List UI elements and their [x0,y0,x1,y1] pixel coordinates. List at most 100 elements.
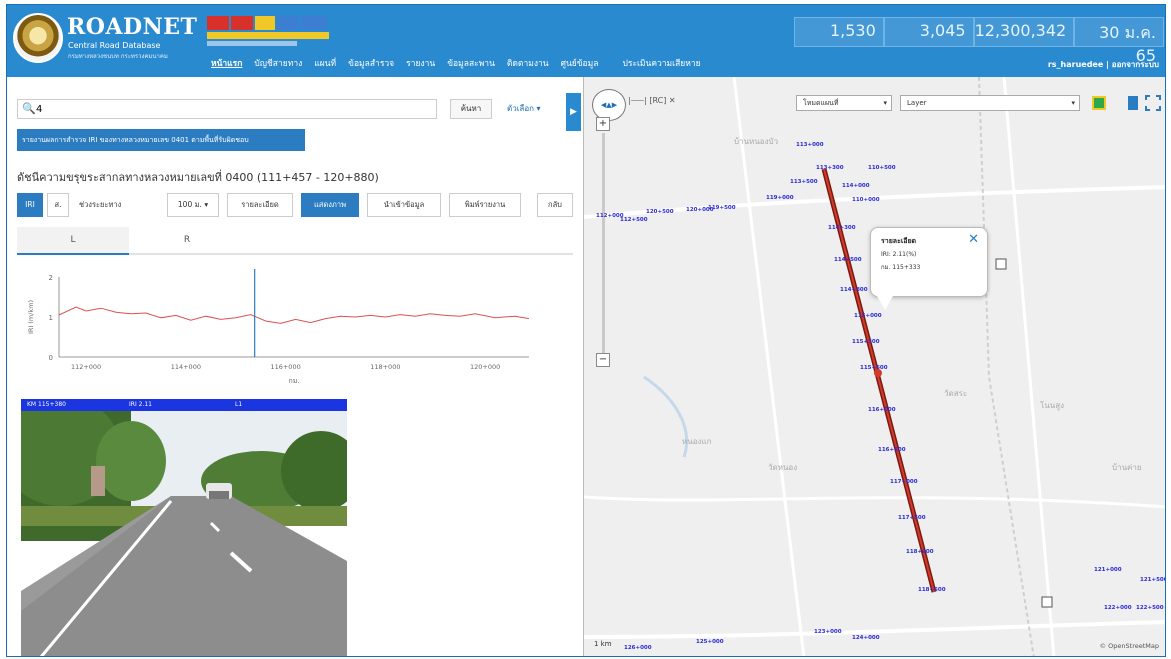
iri-series-line [58,306,530,324]
nav-item-bridge[interactable]: ข้อมูลสะพาน [441,56,501,70]
iri-chart-svg: 0 1 2 112+000 114+000 116+000 118+000 120+000 กม… [27,269,530,385]
km-marker[interactable]: 122+500 [1136,605,1164,611]
back-button[interactable]: กลับ [537,193,573,217]
photo-iri: IRI 2.11 [129,401,152,408]
options-dropdown[interactable]: ตัวเลือก ▾ [507,102,541,115]
y-axis-label: IRI (m/km) [27,300,35,334]
layer-icon[interactable] [1090,94,1108,112]
rut-button[interactable]: ส. [47,193,69,217]
app-window: ROADNET Central Road Database กรมทางหลวง… [6,4,1166,657]
x-tick-label: 120+000 [470,363,500,371]
close-icon[interactable]: ✕ [968,232,979,247]
place-label: บ้านหนองบัว [734,137,779,146]
km-marker[interactable]: 125+000 [696,639,724,645]
iri-button[interactable]: IRI [17,193,43,217]
search-box: 🔍 [17,99,437,119]
km-marker[interactable]: 114+800 [840,287,868,293]
km-marker[interactable]: 119+000 [766,195,794,201]
km-marker[interactable]: 110+500 [868,165,896,171]
report-toolbar: IRI ส. ช่วงระยะทาง 100 ม. ▾ รายละเอียด แ… [17,193,573,217]
list-icon[interactable] [1124,94,1142,112]
km-marker[interactable]: 121+000 [1094,567,1122,573]
brand-subtitle-thai: กรมทางหลวงชนบท กระทรวงคมนาคม [68,53,168,60]
km-marker[interactable]: 118+000 [906,549,934,555]
popup-title: รายละเอียด [881,237,917,245]
nav-item-road-list[interactable]: บัญชีสายทาง [248,56,308,70]
photo-info-bar: KM 115+380 IRI 2.11 L1 [21,399,347,411]
x-tick-label: 114+000 [171,363,201,371]
km-marker[interactable]: 120+500 [646,209,674,215]
interval-label: ช่วงระยะทาง [79,200,122,209]
zoom-slider[interactable]: + − [596,117,612,367]
stat-roads: 1,530 [794,17,884,47]
place-label: โนนสูง [1040,401,1065,410]
km-marker[interactable]: 126+000 [624,645,652,651]
import-data-button[interactable]: นำเข้าข้อมูล [367,193,441,217]
brand-title: ROADNET [67,14,198,40]
zoom-track[interactable] [602,133,605,353]
km-marker[interactable]: 113+000 [796,142,824,148]
stat-date: 30 ม.ค. 65 [1074,17,1164,65]
popup-km: กม. 115+333 [881,264,921,271]
search-button[interactable]: ค้นหา [450,99,492,119]
section-title: ดัชนีความขรุขระสากลทางหลวงหมายเลขที่ 040… [17,171,379,184]
department-seal-logo[interactable] [13,13,63,63]
km-marker[interactable]: 114+300 [828,225,856,231]
zoom-in-button[interactable]: + [596,117,610,131]
nav-item-home[interactable]: หน้าแรก [205,56,248,70]
km-marker[interactable]: 117+000 [890,479,918,485]
report-breadcrumb[interactable]: รายงานผลการสำรวจ IRI ของทางหลวงหมายเลข 0… [17,129,305,151]
partner-logo [207,14,329,52]
km-marker[interactable]: 116+000 [868,407,896,413]
map-mode-select[interactable]: โหมดแผนที่ ▾ [796,95,892,111]
report-panel: 🔍 ค้นหา ตัวเลือก ▾ ▶ รายงานผลการสำรวจ IR… [7,77,583,656]
nav-item-map[interactable]: แผนที่ [308,56,342,70]
nav-item-data-center[interactable]: ศูนย์ข้อมูล [555,56,605,70]
x-axis-label: กม. [288,377,299,385]
user-links[interactable]: rs_haruedee | ออกจากระบบ [1048,58,1159,71]
km-marker[interactable]: 115+300 [852,339,880,345]
y-tick-label: 0 [49,354,53,362]
nav-item-report[interactable]: รายงาน [400,56,441,70]
km-marker[interactable]: 123+000 [814,629,842,635]
km-marker[interactable]: 121+500 [1140,577,1165,583]
popup-iri: IRI: 2.11(%) [881,251,917,258]
road-photo[interactable]: KM 115+380 IRI 2.11 L1 [21,399,347,656]
km-marker[interactable]: 122+000 [1104,605,1132,611]
y-tick-label: 1 [49,314,53,322]
km-marker[interactable]: 110+000 [852,197,880,203]
km-marker[interactable]: 124+000 [852,635,880,641]
interval-select[interactable]: 100 ม. ▾ [167,193,219,217]
nav-item-tracking[interactable]: ติดตามงาน [501,56,555,70]
km-marker[interactable]: 113+500 [790,179,818,185]
km-marker[interactable]: 120+000 [686,207,714,213]
map-view[interactable]: ◀▲▶ |⸺| [RC] ✕ + − โหมดแผนที่ ▾ Layer ▾ รา… [583,77,1165,656]
search-input[interactable] [36,102,426,116]
km-marker[interactable]: 118+500 [918,587,946,593]
km-marker[interactable]: 117+500 [898,515,926,521]
print-report-button[interactable]: พิมพ์รายงาน [449,193,521,217]
search-icon: 🔍 [22,102,36,115]
show-image-button[interactable]: แสดงภาพ [301,193,359,217]
fullscreen-icon[interactable] [1144,94,1162,112]
km-marker[interactable]: 114+500 [834,257,862,263]
km-marker[interactable]: 115+600 [860,365,888,371]
collapse-panel-button[interactable]: ▶ [566,93,581,131]
km-marker[interactable]: 114+000 [842,183,870,189]
layer-select[interactable]: Layer ▾ [900,95,1080,111]
x-tick-label: 112+000 [71,363,101,371]
stat-length: 12,300,342 [973,17,1075,47]
tab-right-lane[interactable]: R [131,227,243,255]
details-button[interactable]: รายละเอียด [227,193,293,217]
km-marker[interactable]: 113+300 [816,165,844,171]
app-header: ROADNET Central Road Database กรมทางหลวง… [7,5,1165,77]
nav-item-survey[interactable]: ข้อมูลสำรวจ [342,56,400,70]
nav-item-damage[interactable]: ประเมินความเสียหาย [616,56,706,70]
measure-tools[interactable]: |⸺| [RC] ✕ [628,95,700,109]
zoom-out-button[interactable]: − [596,353,610,367]
km-marker[interactable]: 116+500 [878,447,906,453]
km-marker[interactable]: 115+000 [854,313,882,319]
brand-subtitle: Central Road Database [68,41,161,50]
km-marker[interactable]: 112+500 [620,217,648,223]
tab-left-lane[interactable]: L [17,227,129,255]
